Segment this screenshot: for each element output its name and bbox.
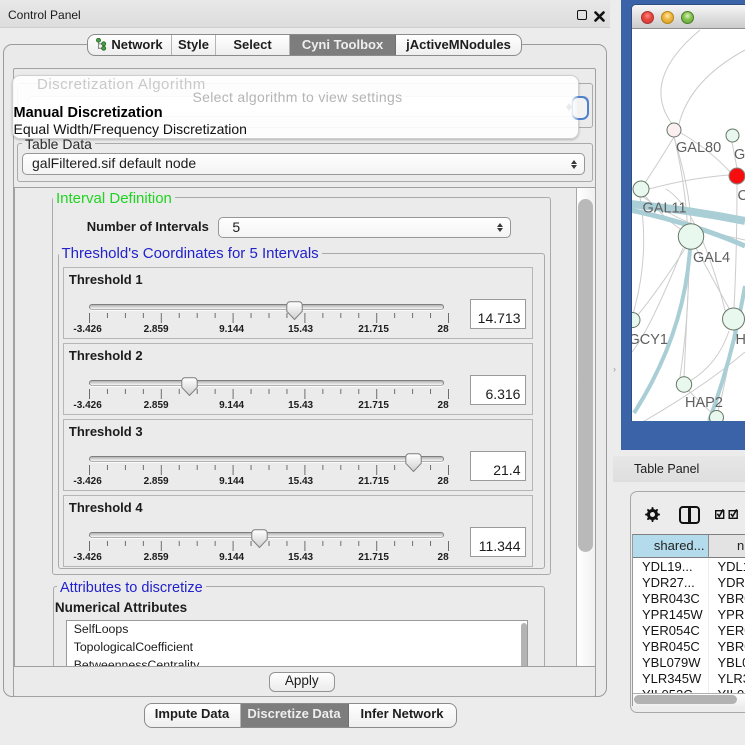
svg-text:H: H (736, 332, 745, 348)
svg-text:C: C (738, 188, 745, 204)
svg-text:GAL4: GAL4 (693, 250, 730, 266)
svg-text:HAP2: HAP2 (685, 395, 723, 411)
svg-text:GAL11: GAL11 (643, 201, 687, 217)
svg-text:GAL80: GAL80 (676, 140, 721, 156)
svg-text:GCY1: GCY1 (632, 332, 668, 348)
svg-text:G.: G. (734, 147, 745, 163)
